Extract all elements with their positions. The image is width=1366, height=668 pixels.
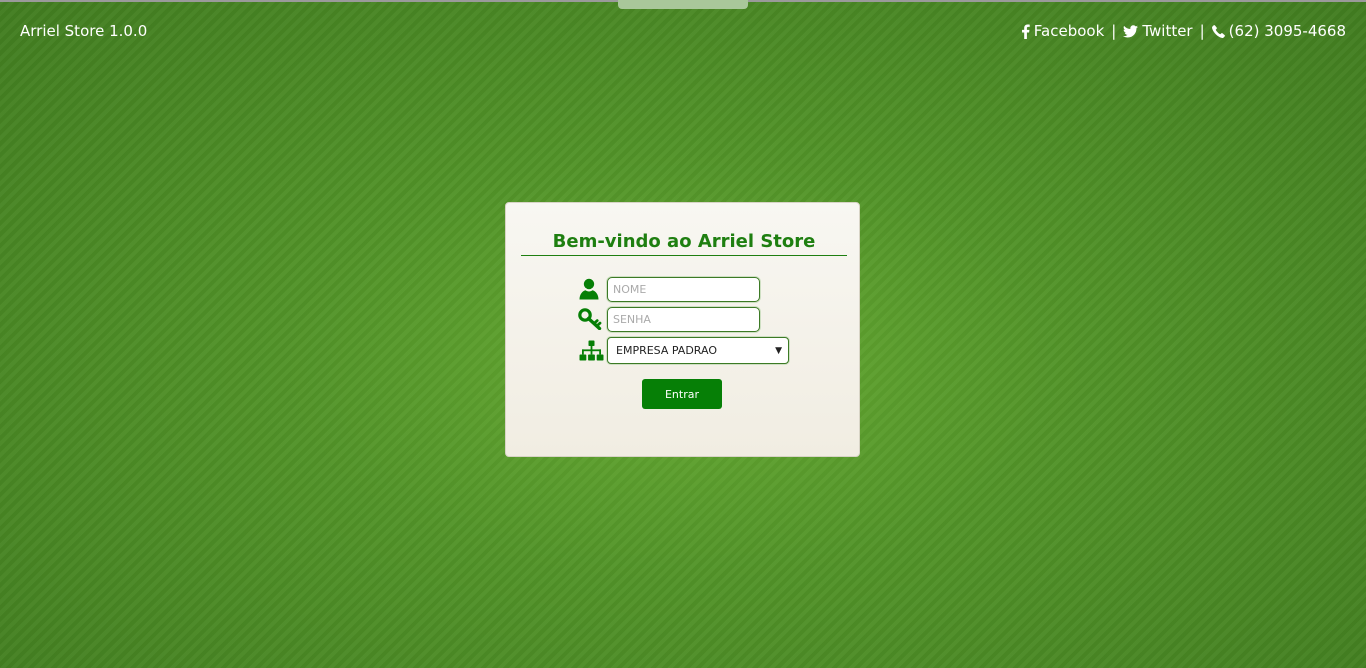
phone-icon [1211, 24, 1225, 38]
app-brand: Arriel Store 1.0.0 [20, 22, 148, 40]
social-links: Facebook | Twitter | (62) 3095-4668 [1021, 22, 1346, 40]
password-input[interactable] [607, 307, 760, 332]
phone-label: (62) 3095-4668 [1228, 22, 1346, 40]
separator: | [1111, 22, 1117, 40]
facebook-link[interactable]: Facebook [1021, 22, 1104, 40]
login-card: Bem-vindo ao Arriel Store EMPRESA PADR [505, 202, 860, 457]
user-icon [578, 277, 600, 301]
twitter-label: Twitter [1142, 22, 1193, 40]
company-select[interactable]: EMPRESA PADRAO ▼ [607, 337, 789, 364]
facebook-icon [1021, 23, 1030, 39]
chevron-down-icon: ▼ [775, 346, 782, 356]
company-select-value: EMPRESA PADRAO [616, 344, 717, 357]
username-input[interactable] [607, 277, 760, 302]
key-icon [577, 307, 603, 331]
login-title: Bem-vindo ao Arriel Store [521, 231, 847, 256]
facebook-label: Facebook [1033, 22, 1105, 40]
separator: | [1199, 22, 1205, 40]
top-pull-tab[interactable] [618, 0, 748, 9]
phone-link[interactable]: (62) 3095-4668 [1211, 22, 1346, 40]
twitter-icon [1123, 24, 1139, 37]
sitemap-icon [578, 339, 604, 363]
twitter-link[interactable]: Twitter [1123, 22, 1193, 40]
submit-button[interactable]: Entrar [642, 379, 722, 409]
